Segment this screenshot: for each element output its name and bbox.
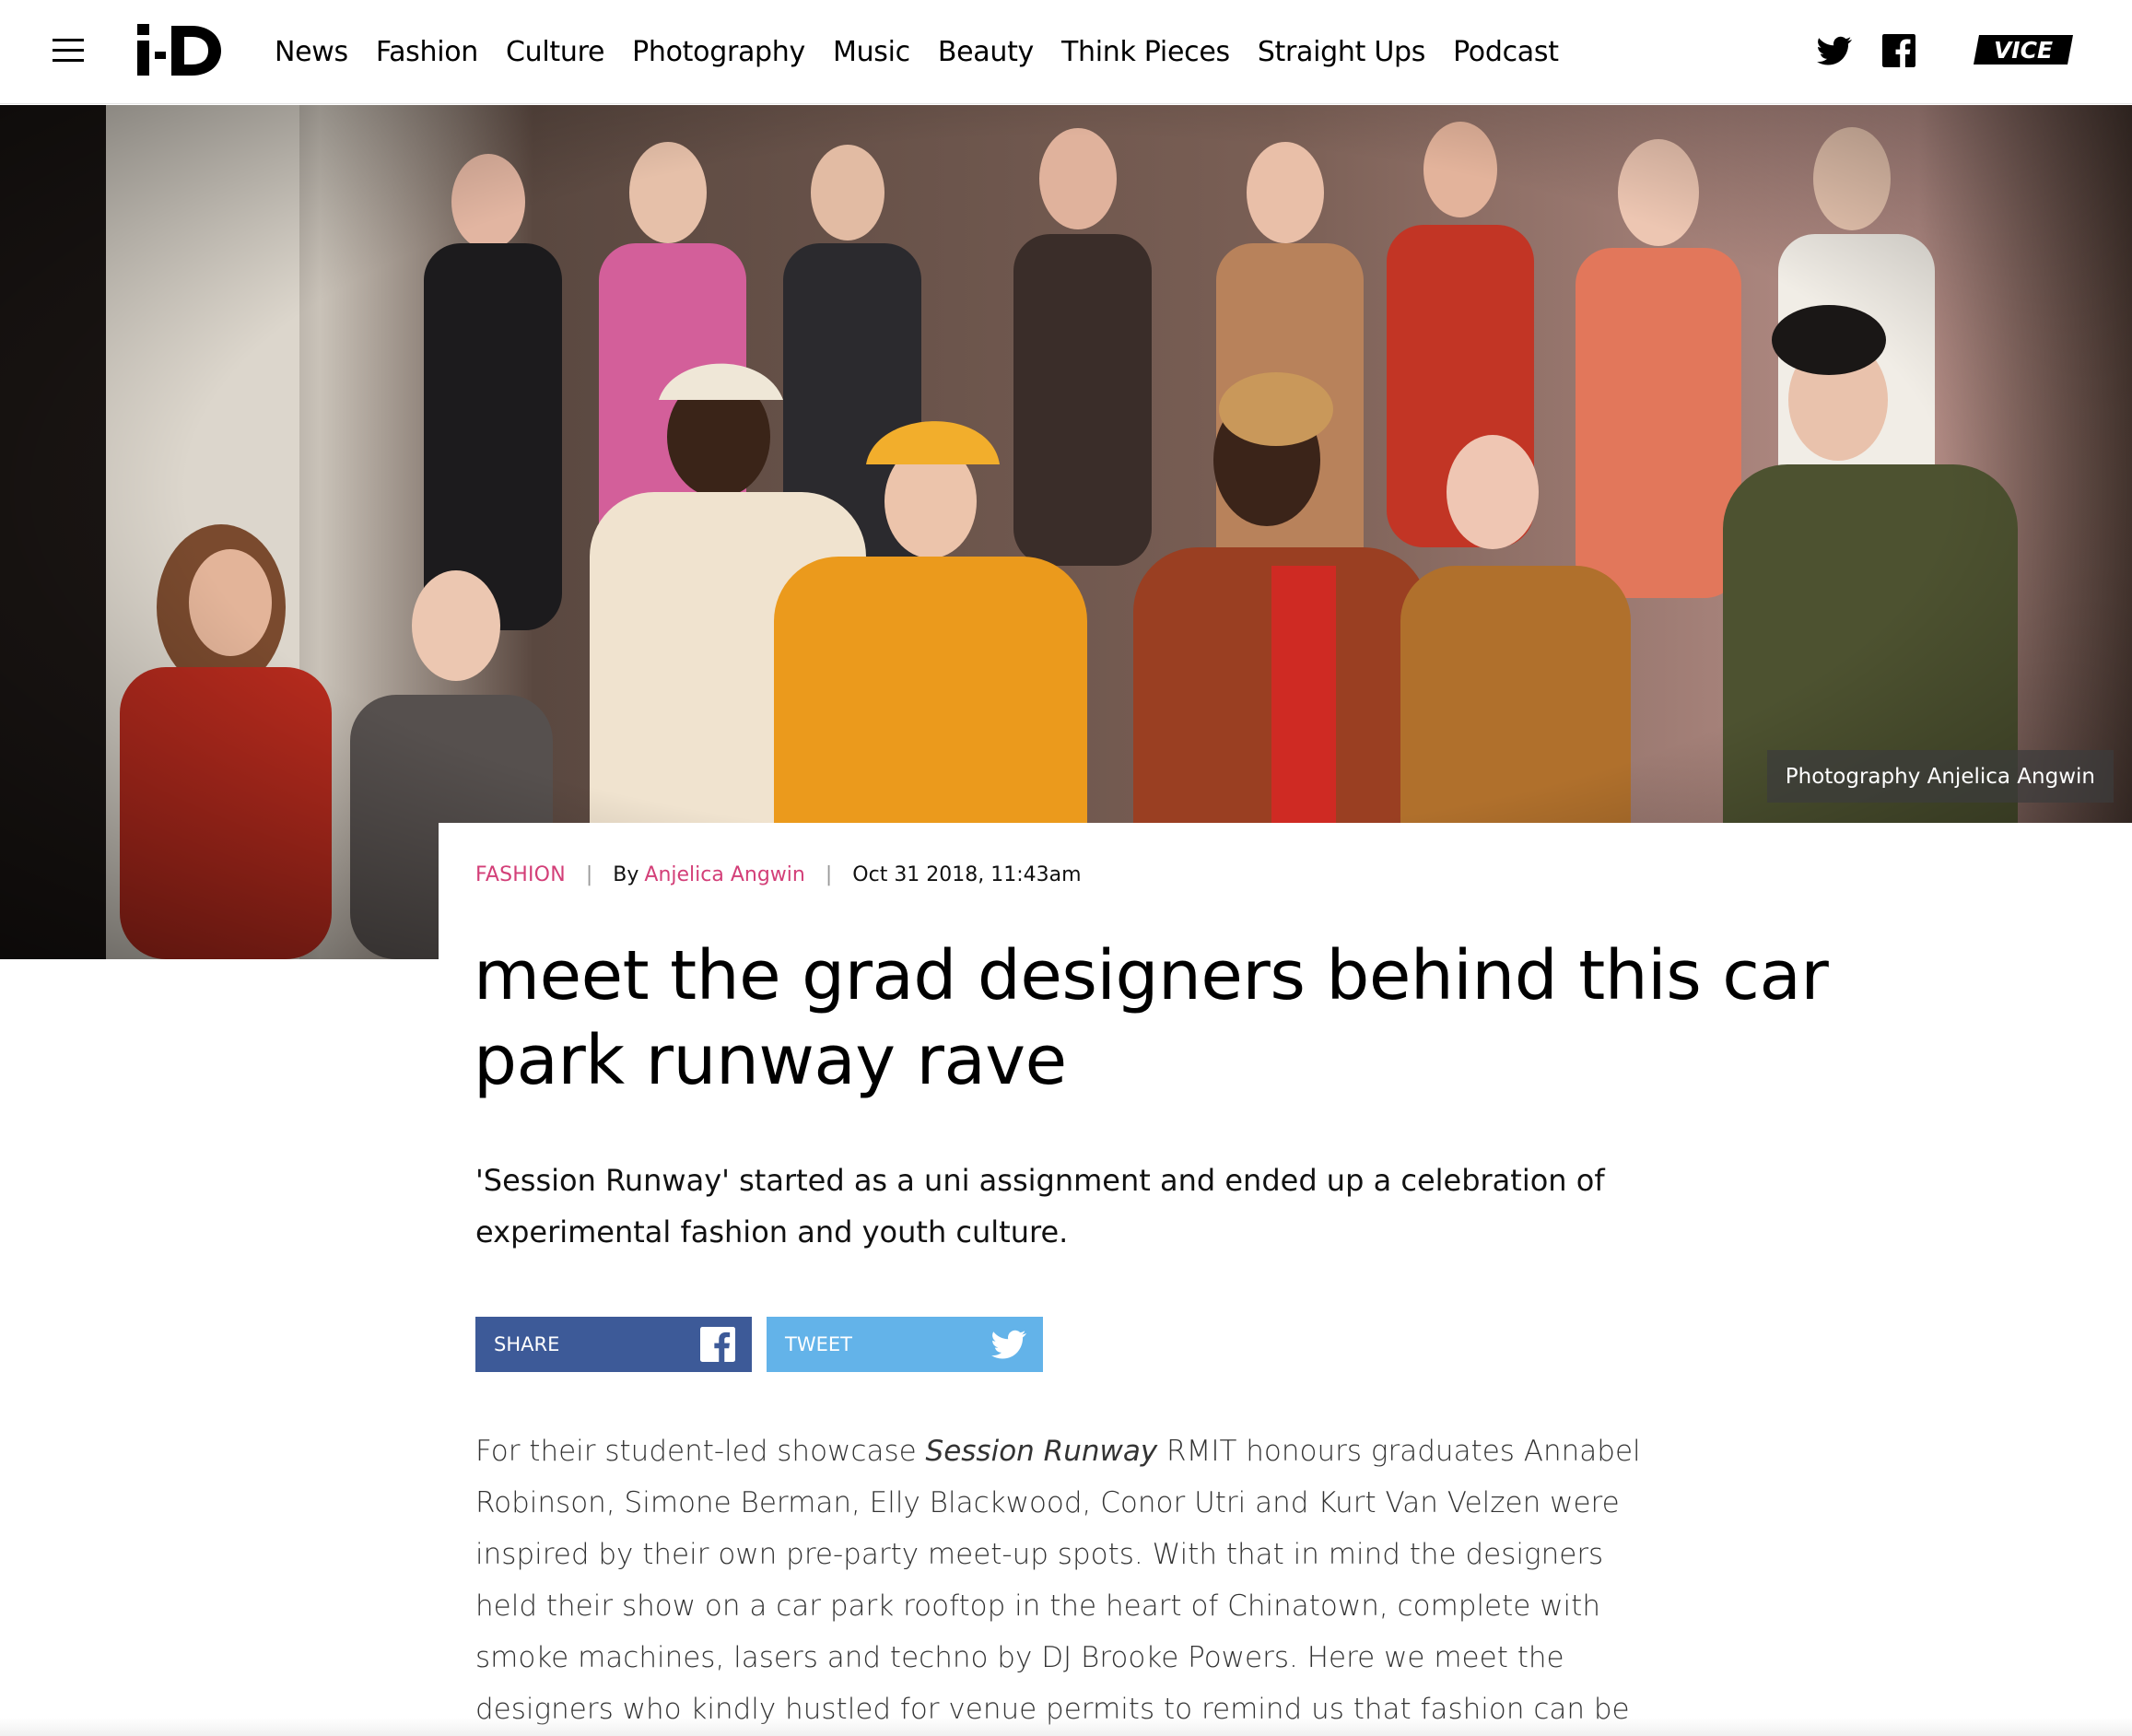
meta-divider: | — [825, 863, 833, 886]
nav-item-news[interactable]: News — [275, 36, 348, 68]
bottom-fade — [0, 1718, 2132, 1736]
main-nav: News Fashion Culture Photography Music B… — [275, 0, 1587, 104]
facebook-icon — [700, 1327, 735, 1362]
category-link[interactable]: FASHION — [475, 863, 566, 886]
nav-item-straight-ups[interactable]: Straight Ups — [1258, 36, 1426, 68]
vice-logo[interactable]: VICE — [1972, 31, 2077, 68]
author-link[interactable]: Anjelica Angwin — [644, 863, 804, 886]
article-standfirst: 'Session Runway' started as a uni assign… — [475, 1163, 1605, 1249]
body-text-rest: RMIT honours graduates Annabel Robinson,… — [475, 1435, 1641, 1726]
article-card: FASHION | By Anjelica Angwin | Oct 31 20… — [439, 823, 2132, 1736]
hamburger-icon[interactable] — [53, 39, 84, 63]
svg-text:VICE: VICE — [1994, 37, 2053, 64]
share-label: SHARE — [494, 1333, 560, 1355]
body-text-lead: For their student-led showcase — [475, 1435, 926, 1468]
twitter-share-button[interactable]: TWEET — [767, 1317, 1043, 1372]
article-body-paragraph: For their student-led showcase Session R… — [475, 1425, 1655, 1736]
nav-item-fashion[interactable]: Fashion — [376, 36, 478, 68]
id-logo[interactable] — [135, 20, 223, 79]
nav-item-think-pieces[interactable]: Think Pieces — [1061, 36, 1230, 68]
twitter-icon — [991, 1330, 1026, 1359]
article-headline: meet the grad designers behind this car … — [474, 936, 1829, 1100]
nav-item-culture[interactable]: Culture — [506, 36, 604, 68]
facebook-share-button[interactable]: SHARE — [475, 1317, 752, 1372]
nav-item-beauty[interactable]: Beauty — [938, 36, 1034, 68]
site-header: News Fashion Culture Photography Music B… — [0, 0, 2132, 104]
body-text-italic: Session Runway — [925, 1435, 1158, 1468]
byline-label: By — [613, 863, 639, 886]
tweet-label: TWEET — [785, 1333, 852, 1355]
photo-credit: Photography Anjelica Angwin — [1766, 750, 2114, 803]
publish-date: Oct 31 2018, 11:43am — [852, 863, 1082, 886]
meta-divider: | — [585, 863, 593, 886]
nav-item-music[interactable]: Music — [833, 36, 910, 68]
twitter-icon[interactable] — [1817, 33, 1852, 68]
facebook-icon[interactable] — [1882, 34, 1915, 67]
nav-item-podcast[interactable]: Podcast — [1453, 36, 1559, 68]
nav-item-photography[interactable]: Photography — [632, 36, 805, 68]
article-meta: FASHION | By Anjelica Angwin | Oct 31 20… — [475, 863, 1082, 886]
